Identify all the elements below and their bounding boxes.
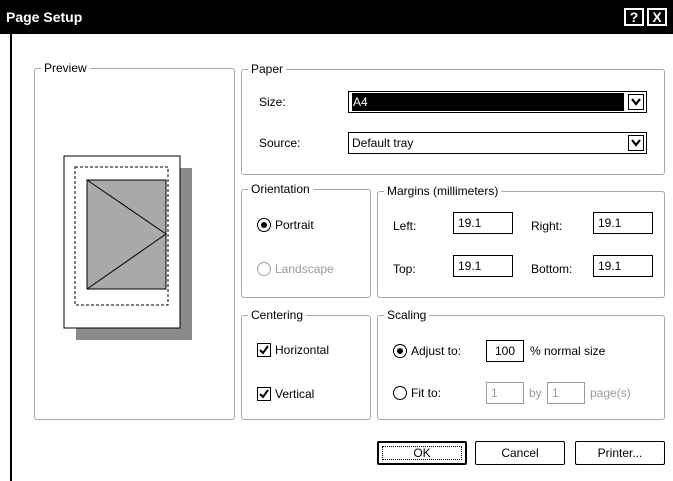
portrait-radio[interactable]	[257, 218, 271, 232]
orientation-group: Orientation Portrait Landscape	[241, 182, 371, 298]
centering-group-label: Centering	[248, 308, 307, 322]
right-margin-input[interactable]: 19.1	[593, 212, 653, 234]
fit-to-label[interactable]: Fit to:	[411, 385, 441, 401]
adjust-to-suffix: % normal size	[530, 344, 606, 358]
landscape-radio[interactable]	[257, 262, 271, 276]
scaling-group: Scaling Adjust to: 100 % normal size Fit…	[377, 308, 665, 420]
paper-size-select[interactable]: A4	[348, 91, 647, 113]
paper-source-select[interactable]: Default tray	[348, 132, 647, 154]
left-margin-label: Left:	[393, 219, 417, 233]
close-button[interactable]: X	[647, 8, 667, 26]
fit-to-pages-tall-input[interactable]: 1	[547, 382, 585, 404]
right-margin-label: Right:	[531, 219, 563, 233]
size-dropdown-button[interactable]	[628, 94, 644, 110]
left-margin-input[interactable]: 19.1	[453, 212, 513, 234]
paper-size-value: A4	[352, 93, 624, 111]
margins-group-label: Margins (millimeters)	[384, 184, 502, 198]
adjust-to-label[interactable]: Adjust to:	[411, 343, 461, 359]
close-icon: X	[652, 9, 662, 25]
chevron-down-icon	[631, 139, 641, 147]
ok-button[interactable]: OK	[377, 441, 467, 465]
top-margin-input[interactable]: 19.1	[453, 255, 513, 277]
page-setup-dialog: Preview Paper Size: A4 Source: Default t…	[10, 34, 673, 481]
printer-button[interactable]: Printer...	[575, 441, 665, 465]
horizontal-checkbox[interactable]	[257, 343, 271, 357]
window-title: Page Setup	[6, 9, 83, 25]
centering-group: Centering Horizontal Vertical	[241, 308, 371, 420]
bottom-margin-label: Bottom:	[531, 262, 573, 276]
page-preview-image	[63, 155, 192, 340]
preview-group: Preview	[34, 61, 235, 420]
adjust-to-input[interactable]: 100	[486, 340, 524, 362]
source-label: Source:	[259, 136, 301, 150]
size-label: Size:	[259, 95, 286, 109]
checkmark-icon	[259, 345, 269, 355]
paper-group-label: Paper	[248, 62, 287, 76]
landscape-label[interactable]: Landscape	[275, 261, 334, 277]
help-icon: ?	[629, 9, 639, 25]
checkmark-icon	[259, 389, 269, 399]
chevron-down-icon	[631, 98, 641, 106]
top-margin-label: Top:	[393, 262, 416, 276]
scaling-group-label: Scaling	[384, 308, 430, 322]
orientation-group-label: Orientation	[248, 182, 313, 196]
fit-to-by-label: by	[529, 386, 542, 400]
source-dropdown-button[interactable]	[628, 135, 644, 151]
vertical-label[interactable]: Vertical	[275, 386, 314, 402]
adjust-to-radio[interactable]	[393, 344, 407, 358]
horizontal-label[interactable]: Horizontal	[275, 342, 329, 358]
fit-to-radio[interactable]	[393, 386, 407, 400]
margins-group: Margins (millimeters) Left: 19.1 Right: …	[377, 184, 665, 298]
fit-to-pages-wide-input[interactable]: 1	[486, 382, 524, 404]
paper-source-value: Default tray	[352, 136, 414, 150]
portrait-label[interactable]: Portrait	[275, 217, 314, 233]
title-bar: Page Setup ? X	[0, 0, 673, 34]
cancel-button[interactable]: Cancel	[475, 441, 565, 465]
bottom-margin-input[interactable]: 19.1	[593, 255, 653, 277]
help-button[interactable]: ?	[624, 8, 644, 26]
paper-group: Paper Size: A4 Source: Default tray	[241, 62, 665, 175]
fit-to-suffix: page(s)	[590, 386, 631, 400]
preview-group-label: Preview	[41, 61, 90, 75]
vertical-checkbox[interactable]	[257, 387, 271, 401]
